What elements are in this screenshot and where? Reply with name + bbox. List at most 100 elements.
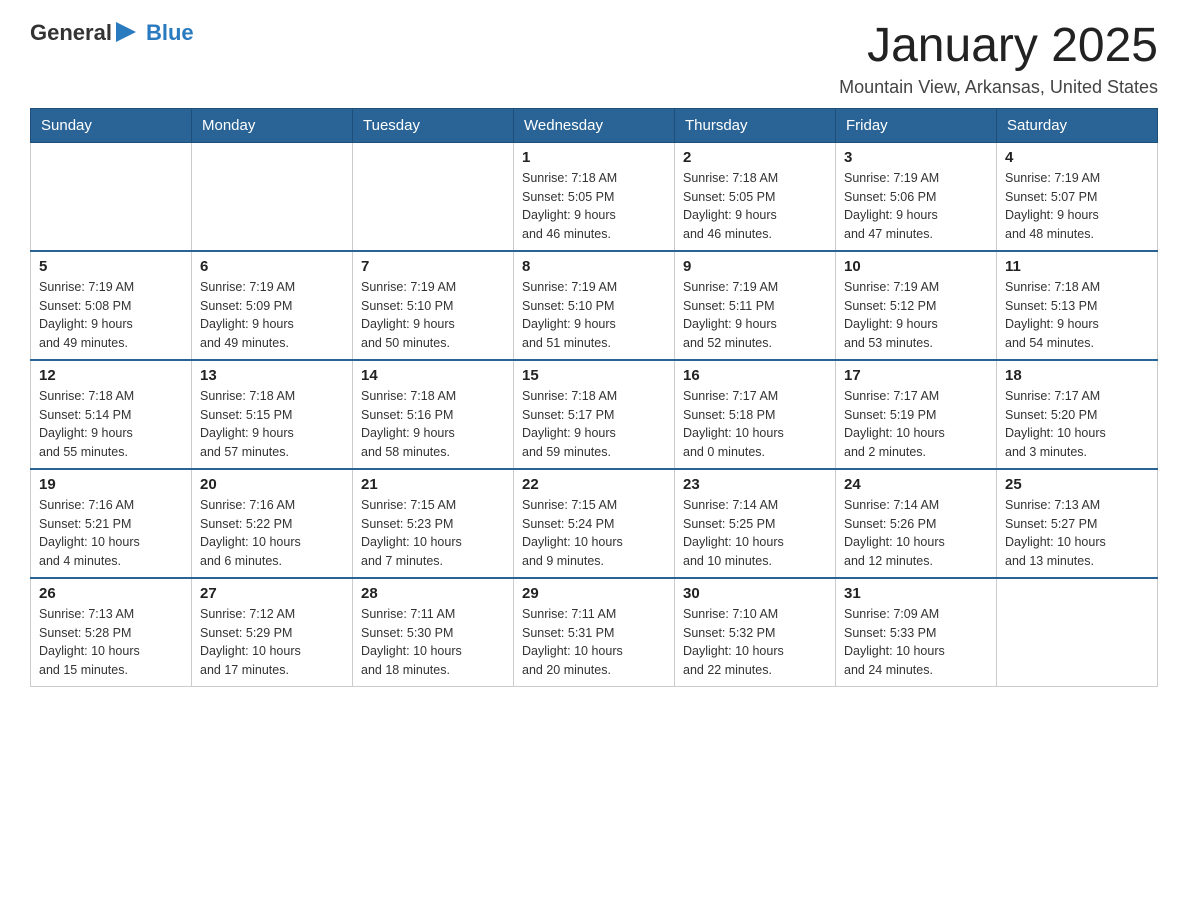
day-of-week-header: Sunday — [31, 108, 192, 142]
day-of-week-header: Tuesday — [353, 108, 514, 142]
day-info: Sunrise: 7:15 AM Sunset: 5:23 PM Dayligh… — [361, 496, 505, 571]
day-info: Sunrise: 7:19 AM Sunset: 5:06 PM Dayligh… — [844, 169, 988, 244]
day-number: 7 — [361, 258, 505, 275]
day-number: 10 — [844, 258, 988, 275]
day-info: Sunrise: 7:19 AM Sunset: 5:10 PM Dayligh… — [361, 278, 505, 353]
logo-text-general: General — [30, 20, 112, 46]
day-number: 25 — [1005, 476, 1149, 493]
calendar-day-cell: 25 Sunrise: 7:13 AM Sunset: 5:27 PM Dayli… — [997, 469, 1158, 578]
day-number: 12 — [39, 367, 183, 384]
calendar-day-cell: 18 Sunrise: 7:17 AM Sunset: 5:20 PM Dayli… — [997, 360, 1158, 469]
calendar-week-row: 19 Sunrise: 7:16 AM Sunset: 5:21 PM Dayli… — [31, 469, 1158, 578]
day-info: Sunrise: 7:18 AM Sunset: 5:14 PM Dayligh… — [39, 387, 183, 462]
calendar-day-cell: 5Sunrise: 7:19 AM Sunset: 5:08 PM Daylig… — [31, 251, 192, 360]
day-info: Sunrise: 7:14 AM Sunset: 5:25 PM Dayligh… — [683, 496, 827, 571]
calendar-header: SundayMondayTuesdayWednesdayThursdayFrid… — [31, 108, 1158, 142]
calendar-day-cell: 11 Sunrise: 7:18 AM Sunset: 5:13 PM Dayli… — [997, 251, 1158, 360]
day-info: Sunrise: 7:11 AM Sunset: 5:31 PM Dayligh… — [522, 605, 666, 680]
calendar-day-cell: 27Sunrise: 7:12 AM Sunset: 5:29 PM Dayli… — [192, 578, 353, 687]
calendar-day-cell: 19 Sunrise: 7:16 AM Sunset: 5:21 PM Dayli… — [31, 469, 192, 578]
day-info: Sunrise: 7:19 AM Sunset: 5:07 PM Dayligh… — [1005, 169, 1149, 244]
logo-triangle-icon — [116, 22, 138, 44]
day-info: Sunrise: 7:16 AM Sunset: 5:22 PM Dayligh… — [200, 496, 344, 571]
day-info: Sunrise: 7:19 AM Sunset: 5:10 PM Dayligh… — [522, 278, 666, 353]
calendar-week-row: 1 Sunrise: 7:18 AM Sunset: 5:05 PM Daylig… — [31, 142, 1158, 251]
day-number: 26 — [39, 585, 183, 602]
calendar-day-cell: 12 Sunrise: 7:18 AM Sunset: 5:14 PM Dayli… — [31, 360, 192, 469]
days-of-week-row: SundayMondayTuesdayWednesdayThursdayFrid… — [31, 108, 1158, 142]
day-number: 18 — [1005, 367, 1149, 384]
calendar-day-cell: 15Sunrise: 7:18 AM Sunset: 5:17 PM Dayli… — [514, 360, 675, 469]
day-number: 4 — [1005, 149, 1149, 166]
day-number: 14 — [361, 367, 505, 384]
month-title: January 2025 — [839, 20, 1158, 73]
calendar-day-cell — [31, 142, 192, 251]
calendar-day-cell: 2 Sunrise: 7:18 AM Sunset: 5:05 PM Daylig… — [675, 142, 836, 251]
calendar-day-cell: 28Sunrise: 7:11 AM Sunset: 5:30 PM Dayli… — [353, 578, 514, 687]
calendar-day-cell: 4 Sunrise: 7:19 AM Sunset: 5:07 PM Daylig… — [997, 142, 1158, 251]
day-info: Sunrise: 7:13 AM Sunset: 5:28 PM Dayligh… — [39, 605, 183, 680]
logo-text-blue: Blue — [146, 20, 194, 46]
calendar-day-cell: 22 Sunrise: 7:15 AM Sunset: 5:24 PM Dayli… — [514, 469, 675, 578]
calendar-day-cell — [353, 142, 514, 251]
calendar-day-cell: 16Sunrise: 7:17 AM Sunset: 5:18 PM Dayli… — [675, 360, 836, 469]
location-title: Mountain View, Arkansas, United States — [839, 77, 1158, 98]
calendar-day-cell: 30Sunrise: 7:10 AM Sunset: 5:32 PM Dayli… — [675, 578, 836, 687]
calendar-day-cell: 6 Sunrise: 7:19 AM Sunset: 5:09 PM Daylig… — [192, 251, 353, 360]
day-number: 21 — [361, 476, 505, 493]
day-number: 6 — [200, 258, 344, 275]
calendar-day-cell: 21 Sunrise: 7:15 AM Sunset: 5:23 PM Dayli… — [353, 469, 514, 578]
day-number: 1 — [522, 149, 666, 166]
day-of-week-header: Friday — [836, 108, 997, 142]
day-info: Sunrise: 7:09 AM Sunset: 5:33 PM Dayligh… — [844, 605, 988, 680]
day-number: 5 — [39, 258, 183, 275]
day-number: 16 — [683, 367, 827, 384]
day-info: Sunrise: 7:18 AM Sunset: 5:05 PM Dayligh… — [522, 169, 666, 244]
calendar-day-cell: 3Sunrise: 7:19 AM Sunset: 5:06 PM Daylig… — [836, 142, 997, 251]
day-number: 13 — [200, 367, 344, 384]
day-info: Sunrise: 7:18 AM Sunset: 5:05 PM Dayligh… — [683, 169, 827, 244]
day-number: 19 — [39, 476, 183, 493]
day-number: 11 — [1005, 258, 1149, 275]
day-info: Sunrise: 7:18 AM Sunset: 5:16 PM Dayligh… — [361, 387, 505, 462]
calendar-week-row: 12 Sunrise: 7:18 AM Sunset: 5:14 PM Dayli… — [31, 360, 1158, 469]
title-area: January 2025 Mountain View, Arkansas, Un… — [839, 20, 1158, 98]
day-number: 20 — [200, 476, 344, 493]
day-info: Sunrise: 7:17 AM Sunset: 5:20 PM Dayligh… — [1005, 387, 1149, 462]
logo: General Blue — [30, 20, 194, 46]
day-info: Sunrise: 7:15 AM Sunset: 5:24 PM Dayligh… — [522, 496, 666, 571]
calendar-day-cell: 20 Sunrise: 7:16 AM Sunset: 5:22 PM Dayli… — [192, 469, 353, 578]
day-number: 15 — [522, 367, 666, 384]
calendar-day-cell — [997, 578, 1158, 687]
calendar-day-cell: 17Sunrise: 7:17 AM Sunset: 5:19 PM Dayli… — [836, 360, 997, 469]
calendar-day-cell: 9 Sunrise: 7:19 AM Sunset: 5:11 PM Daylig… — [675, 251, 836, 360]
calendar-day-cell: 13 Sunrise: 7:18 AM Sunset: 5:15 PM Dayli… — [192, 360, 353, 469]
calendar-day-cell: 14 Sunrise: 7:18 AM Sunset: 5:16 PM Dayli… — [353, 360, 514, 469]
day-of-week-header: Saturday — [997, 108, 1158, 142]
day-info: Sunrise: 7:18 AM Sunset: 5:13 PM Dayligh… — [1005, 278, 1149, 353]
day-number: 17 — [844, 367, 988, 384]
day-number: 30 — [683, 585, 827, 602]
calendar-day-cell: 26 Sunrise: 7:13 AM Sunset: 5:28 PM Dayli… — [31, 578, 192, 687]
page-header: General Blue January 2025 Mountain View,… — [30, 20, 1158, 98]
day-number: 29 — [522, 585, 666, 602]
day-info: Sunrise: 7:14 AM Sunset: 5:26 PM Dayligh… — [844, 496, 988, 571]
day-number: 9 — [683, 258, 827, 275]
day-number: 22 — [522, 476, 666, 493]
calendar-table: SundayMondayTuesdayWednesdayThursdayFrid… — [30, 108, 1158, 687]
calendar-day-cell: 7 Sunrise: 7:19 AM Sunset: 5:10 PM Daylig… — [353, 251, 514, 360]
calendar-day-cell: 23Sunrise: 7:14 AM Sunset: 5:25 PM Dayli… — [675, 469, 836, 578]
day-info: Sunrise: 7:18 AM Sunset: 5:15 PM Dayligh… — [200, 387, 344, 462]
day-number: 31 — [844, 585, 988, 602]
day-info: Sunrise: 7:12 AM Sunset: 5:29 PM Dayligh… — [200, 605, 344, 680]
calendar-day-cell: 29 Sunrise: 7:11 AM Sunset: 5:31 PM Dayli… — [514, 578, 675, 687]
day-number: 24 — [844, 476, 988, 493]
day-info: Sunrise: 7:16 AM Sunset: 5:21 PM Dayligh… — [39, 496, 183, 571]
day-of-week-header: Thursday — [675, 108, 836, 142]
day-number: 2 — [683, 149, 827, 166]
calendar-week-row: 26 Sunrise: 7:13 AM Sunset: 5:28 PM Dayli… — [31, 578, 1158, 687]
day-info: Sunrise: 7:19 AM Sunset: 5:09 PM Dayligh… — [200, 278, 344, 353]
day-info: Sunrise: 7:13 AM Sunset: 5:27 PM Dayligh… — [1005, 496, 1149, 571]
day-info: Sunrise: 7:11 AM Sunset: 5:30 PM Dayligh… — [361, 605, 505, 680]
day-info: Sunrise: 7:19 AM Sunset: 5:11 PM Dayligh… — [683, 278, 827, 353]
